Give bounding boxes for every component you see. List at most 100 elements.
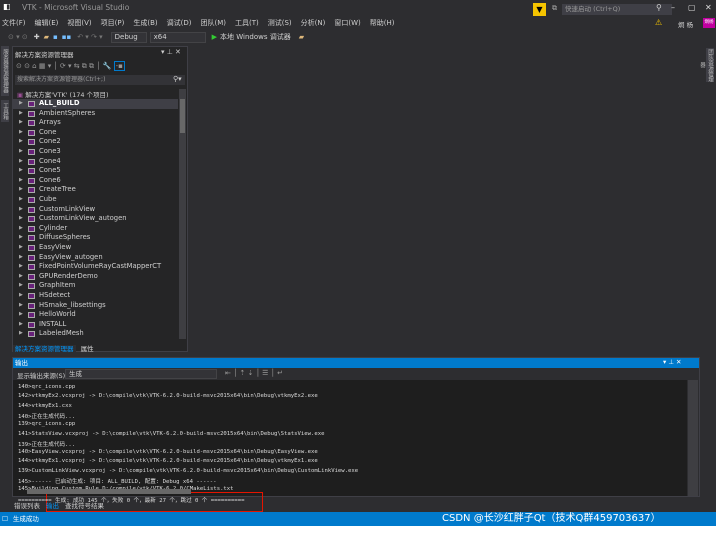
tree-item[interactable]: ▶ Cone5 <box>13 166 178 176</box>
tree-item[interactable]: ▶ CustomLinkView_autogen <box>13 214 178 224</box>
tree-item[interactable]: ▶ HSmake_libsettings <box>13 301 178 311</box>
save-icon[interactable]: ▪ <box>53 33 58 41</box>
expand-arrow-icon[interactable]: ▶ <box>19 320 23 330</box>
tree-item[interactable]: ▶ Cone6 <box>13 176 178 186</box>
menu-view[interactable]: 视图(V) <box>67 18 91 28</box>
undo-redo-icon[interactable]: ↶ ▾ ↷ ▾ <box>77 33 102 41</box>
tree-item[interactable]: ▶ LabeledMesh <box>13 329 178 339</box>
tree-item[interactable]: ▶ HSdetect <box>13 291 178 301</box>
tree-item[interactable]: ▶ CustomLinkView <box>13 205 178 215</box>
tree-item[interactable]: ▶ ALL_BUILD <box>13 99 178 109</box>
tree-item[interactable]: ▶ Cone <box>13 128 178 138</box>
expand-arrow-icon[interactable]: ▶ <box>19 291 23 301</box>
menu-test[interactable]: 测试(S) <box>268 18 292 28</box>
expand-arrow-icon[interactable]: ▶ <box>19 224 23 234</box>
tree-item[interactable]: ▶ Cone2 <box>13 137 178 147</box>
solution-node[interactable]: ▣ 解决方案'VTK' (174 个项目) <box>17 89 109 99</box>
menu-project[interactable]: 项目(P) <box>101 18 125 28</box>
feedback-icon[interactable]: ⧉ <box>552 4 557 13</box>
output-controls-icon[interactable]: ▾ ⊥ ✕ <box>663 358 682 366</box>
menu-build[interactable]: 生成(B) <box>133 18 157 28</box>
panel-controls-icon[interactable]: ▾ ⊥ ✕ <box>161 48 181 56</box>
expand-arrow-icon[interactable]: ▶ <box>19 272 23 282</box>
tree-item[interactable]: ▶ DiffuseSpheres <box>13 233 178 243</box>
expand-arrow-icon[interactable]: ▶ <box>19 301 23 311</box>
tree-item[interactable]: ▶ GPURenderDemo <box>13 272 178 282</box>
tree-item[interactable]: ▶ Cylinder <box>13 224 178 234</box>
warning-icon[interactable]: ⚠ <box>655 18 662 27</box>
panel-toolbar[interactable]: ⊙ ⊙ ⌂ ▦ ▾ │ ⟳ ▾ ⇆ ⧉ ⧉ │ 🔧 -▪ <box>16 61 125 71</box>
tree-item[interactable]: ▶ CreateTree <box>13 185 178 195</box>
menu-help[interactable]: 帮助(H) <box>370 18 395 28</box>
menu-team[interactable]: 团队(M) <box>200 18 226 28</box>
menu-debug[interactable]: 调试(D) <box>167 18 192 28</box>
expand-arrow-icon[interactable]: ▶ <box>19 185 23 195</box>
expand-arrow-icon[interactable]: ▶ <box>19 233 23 243</box>
expand-arrow-icon[interactable]: ▶ <box>19 243 23 253</box>
expand-arrow-icon[interactable]: ▶ <box>19 99 23 109</box>
open-folder-icon[interactable]: ▰ <box>44 33 49 41</box>
minimize-button[interactable]: – <box>671 3 675 12</box>
tree-item[interactable]: ▶ Cone3 <box>13 147 178 157</box>
tab-output[interactable]: 输出 <box>46 500 59 510</box>
menu-file[interactable]: 文件(F) <box>2 18 26 28</box>
team-explorer-tab[interactable]: 团队资源管理器 <box>699 48 714 82</box>
expand-arrow-icon[interactable]: ▶ <box>19 118 23 128</box>
solution-search-input[interactable]: 搜索解决方案资源管理器(Ctrl+;) <box>15 75 185 85</box>
expand-arrow-icon[interactable]: ▶ <box>19 253 23 263</box>
tree-item[interactable]: ▶ FixedPointVolumeRayCastMapperCT <box>13 262 178 272</box>
play-icon[interactable]: ▶ <box>212 33 217 41</box>
tree-item[interactable]: ▶ Cube <box>13 195 178 205</box>
output-text[interactable]: 140>qrc_icons.cpp 142>vtkmyEx2.vcxproj ->… <box>13 380 687 512</box>
expand-arrow-icon[interactable]: ▶ <box>19 262 23 272</box>
maximize-button[interactable]: ▢ <box>688 3 696 12</box>
expand-arrow-icon[interactable]: ▶ <box>19 137 23 147</box>
tree-item[interactable]: ▶ INSTALL <box>13 320 178 330</box>
menu-edit[interactable]: 编辑(E) <box>35 18 59 28</box>
menu-analyze[interactable]: 分析(N) <box>301 18 326 28</box>
tree-item[interactable]: ▶ EasyView <box>13 243 178 253</box>
new-project-icon[interactable]: ✚ <box>34 33 40 41</box>
notification-filter-icon[interactable]: ▼ <box>533 3 546 16</box>
menu-tools[interactable]: 工具(T) <box>235 18 259 28</box>
output-source-select[interactable]: 生成 <box>65 369 217 379</box>
user-avatar[interactable]: 炯杨 <box>703 18 715 28</box>
attach-icon[interactable]: ▰ <box>299 33 304 41</box>
scrollbar-thumb[interactable] <box>180 99 185 133</box>
tree-item[interactable]: ▶ HelloWorld <box>13 310 178 320</box>
expand-arrow-icon[interactable]: ▶ <box>19 205 23 215</box>
platform-select[interactable]: x64 <box>149 31 206 43</box>
expand-arrow-icon[interactable]: ▶ <box>19 128 23 138</box>
tab-error-list[interactable]: 错误列表 <box>14 500 40 510</box>
output-hscrollbar-thumb[interactable] <box>27 489 191 494</box>
tab-find-symbol[interactable]: 查找符号结果 <box>65 500 104 510</box>
tree-item[interactable]: ▶ Cone4 <box>13 157 178 167</box>
tree-item[interactable]: ▶ Arrays <box>13 118 178 128</box>
run-debugger-button[interactable]: 本地 Windows 调试器 <box>220 32 291 42</box>
expand-arrow-icon[interactable]: ▶ <box>19 281 23 291</box>
output-toolbar[interactable]: ⇤ │ ⇡ ⇣ │ ☰ │ ↵ <box>225 369 283 377</box>
menu-window[interactable]: 窗口(W) <box>334 18 360 28</box>
search-icon[interactable]: ⚲▾ <box>173 75 182 83</box>
tab-solution-explorer[interactable]: 解决方案资源管理器 <box>13 345 76 353</box>
search-icon[interactable]: ⚲ <box>656 3 662 12</box>
close-button[interactable]: ✕ <box>705 3 712 12</box>
expand-arrow-icon[interactable]: ▶ <box>19 176 23 186</box>
expand-arrow-icon[interactable]: ▶ <box>19 109 23 119</box>
save-all-icon[interactable]: ▪▪ <box>62 33 72 41</box>
expand-arrow-icon[interactable]: ▶ <box>19 214 23 224</box>
tree-item[interactable]: ▶ GraphItem <box>13 281 178 291</box>
expand-arrow-icon[interactable]: ▶ <box>19 147 23 157</box>
config-select[interactable]: Debug <box>110 31 147 43</box>
expand-arrow-icon[interactable]: ▶ <box>19 329 23 339</box>
expand-arrow-icon[interactable]: ▶ <box>19 157 23 167</box>
tree-item[interactable]: ▶ EasyView_autogen <box>13 253 178 263</box>
expand-arrow-icon[interactable]: ▶ <box>19 166 23 176</box>
tab-properties[interactable]: 属性 <box>78 345 97 353</box>
expand-arrow-icon[interactable]: ▶ <box>19 195 23 205</box>
expand-arrow-icon[interactable]: ▶ <box>19 310 23 320</box>
server-explorer-tab[interactable]: 服务器资源管理器 <box>1 46 9 96</box>
tree-item[interactable]: ▶ AmbientSpheres <box>13 109 178 119</box>
output-vscrollbar[interactable] <box>688 380 698 496</box>
back-icon[interactable]: ⊙ ▾ ⊙ <box>8 33 28 41</box>
